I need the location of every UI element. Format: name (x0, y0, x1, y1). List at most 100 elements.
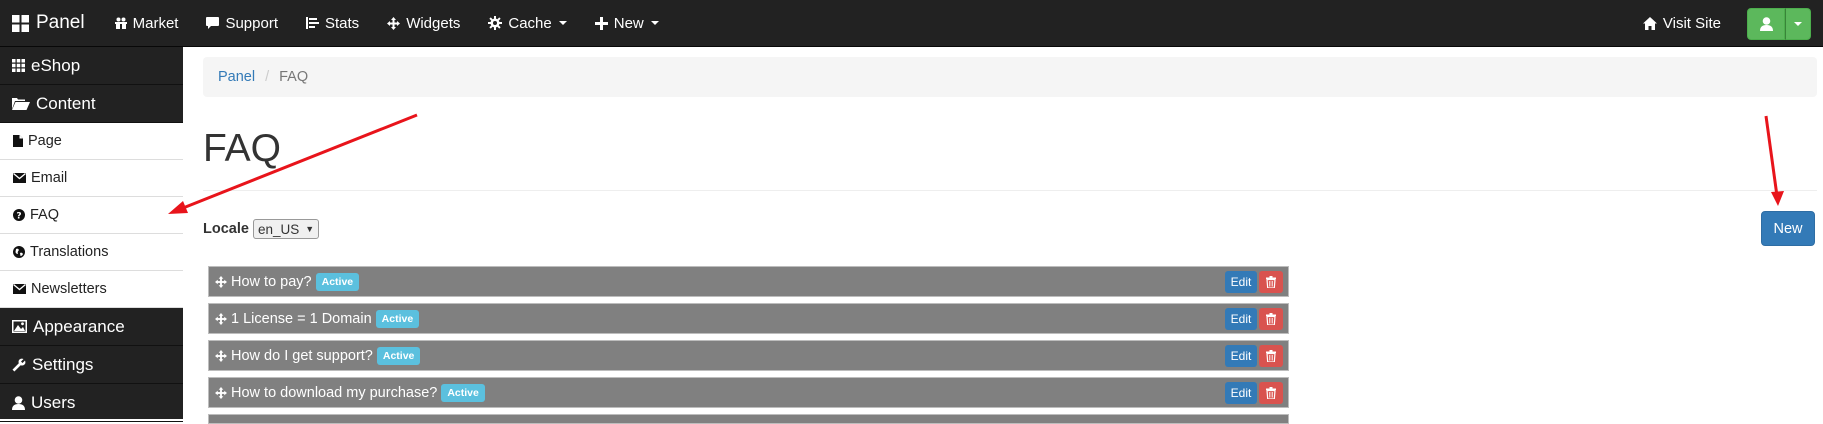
locale-label: Locale (203, 221, 249, 237)
sidebar-section-settings[interactable]: Settings (0, 346, 183, 384)
trash-icon (1266, 350, 1276, 362)
edit-button[interactable]: Edit (1225, 345, 1257, 367)
sidebar: eShop Content Page Email ? FAQ Translati… (0, 47, 183, 422)
faq-list: How to pay? Active Edit 1 License = 1 Do… (208, 266, 1289, 424)
user-button[interactable] (1747, 7, 1785, 40)
breadcrumb-separator: / (265, 69, 270, 85)
sidebar-item-label: Email (31, 170, 68, 186)
nav-widgets[interactable]: Widgets (373, 0, 474, 47)
visit-site-link[interactable]: Visit Site (1629, 0, 1735, 47)
sidebar-section-eshop[interactable]: eShop (0, 47, 183, 85)
faq-question: How do I get support? (231, 347, 373, 364)
wrench-icon (12, 358, 26, 371)
sidebar-item-label: FAQ (30, 207, 60, 223)
sidebar-section-label: eShop (31, 55, 81, 75)
nav-new-label: New (613, 14, 644, 32)
edit-button[interactable]: Edit (1225, 271, 1257, 293)
brand-label: Panel (36, 12, 85, 33)
nav-new[interactable]: New (581, 0, 673, 47)
envelope-icon (13, 173, 26, 183)
status-badge: Active (375, 309, 420, 328)
question-circle-icon: ? (13, 209, 25, 221)
nav-support[interactable]: Support (192, 0, 292, 47)
nav-cache-label: Cache (508, 14, 552, 32)
brand-link[interactable]: Panel (0, 0, 97, 47)
faq-row[interactable]: How to download my purchase? Active Edit (208, 377, 1289, 408)
comment-icon (206, 17, 220, 29)
nav-market[interactable]: Market (101, 0, 193, 47)
sidebar-item-page[interactable]: Page (0, 123, 183, 160)
svg-text:?: ? (16, 211, 21, 221)
visit-site-label: Visit Site (1662, 15, 1721, 32)
move-icon (387, 16, 401, 30)
sidebar-section-users[interactable]: Users (0, 384, 183, 422)
status-badge: Active (376, 346, 421, 365)
sidebar-item-email[interactable]: Email (0, 160, 183, 197)
locale-select[interactable]: en_US ▼ (252, 219, 320, 239)
home-icon (1642, 17, 1657, 30)
nav-stats[interactable]: Stats (292, 0, 373, 47)
chevron-down-icon (650, 21, 659, 25)
chevron-down-icon (1794, 21, 1802, 26)
top-navbar: Panel Market Support Stats Widgets Cache… (0, 0, 1823, 47)
trash-icon (1266, 276, 1276, 288)
picture-icon (12, 320, 27, 333)
faq-row[interactable]: How do I get support? Active Edit (208, 340, 1289, 371)
status-badge: Active (441, 383, 485, 402)
plus-icon (594, 16, 608, 30)
sidebar-section-label: Appearance (33, 316, 125, 336)
sidebar-section-content[interactable]: Content (0, 85, 183, 123)
sidebar-section-appearance[interactable]: Appearance (0, 308, 183, 346)
row-actions: Edit (1225, 345, 1283, 367)
sidebar-section-label: Content (36, 93, 96, 113)
main-content: Panel / FAQ FAQ Locale en_US ▼ New How t… (183, 47, 1823, 424)
envelope-icon (13, 284, 26, 294)
faq-row[interactable]: How to pay? Active Edit (208, 266, 1289, 297)
delete-button[interactable] (1259, 382, 1283, 404)
sidebar-item-translations[interactable]: Translations (0, 234, 183, 271)
title-divider (203, 190, 1817, 191)
drag-handle-icon[interactable] (215, 349, 227, 362)
sidebar-item-faq[interactable]: ? FAQ (0, 197, 183, 234)
nav-cache[interactable]: Cache (474, 0, 580, 47)
sidebar-item-label: Translations (30, 244, 109, 260)
sidebar-section-label: Users (31, 392, 76, 412)
breadcrumb-root-link[interactable]: Panel (218, 69, 255, 85)
faq-question: How to download my purchase? (231, 384, 438, 401)
file-icon (13, 135, 23, 147)
sidebar-item-label: Page (28, 133, 62, 149)
globe-icon (13, 246, 25, 258)
row-actions: Edit (1225, 382, 1283, 404)
nav-stats-label: Stats (325, 14, 360, 32)
delete-button[interactable] (1259, 308, 1283, 330)
faq-question: How to pay? (231, 273, 312, 290)
row-actions: Edit (1225, 271, 1283, 293)
nav-support-label: Support (225, 14, 278, 32)
user-icon (1759, 16, 1773, 31)
new-faq-button[interactable]: New (1761, 211, 1815, 246)
folder-open-icon (12, 98, 30, 110)
delete-button[interactable] (1259, 271, 1283, 293)
stats-icon (306, 17, 319, 29)
faq-row-partial[interactable] (208, 414, 1289, 424)
drag-handle-icon[interactable] (215, 386, 227, 399)
navbar-right: Visit Site (1629, 0, 1823, 47)
dashboard-icon (12, 14, 29, 32)
page-title: FAQ (203, 127, 282, 170)
nav-market-label: Market (132, 14, 179, 32)
drag-handle-icon[interactable] (215, 275, 227, 288)
row-actions: Edit (1225, 308, 1283, 330)
nav-widgets-label: Widgets (406, 14, 461, 32)
sidebar-item-newsletters[interactable]: Newsletters (0, 271, 183, 308)
user-icon (12, 395, 25, 410)
edit-button[interactable]: Edit (1225, 308, 1257, 330)
breadcrumb: Panel / FAQ (203, 57, 1817, 97)
delete-button[interactable] (1259, 345, 1283, 367)
breadcrumb-current: FAQ (279, 69, 309, 85)
sidebar-item-label: Newsletters (31, 281, 107, 297)
drag-handle-icon[interactable] (215, 312, 227, 325)
user-dropdown-toggle[interactable] (1785, 7, 1811, 40)
locale-value: en_US (257, 221, 300, 237)
edit-button[interactable]: Edit (1225, 382, 1257, 404)
faq-row[interactable]: 1 License = 1 Domain Active Edit (208, 303, 1289, 334)
